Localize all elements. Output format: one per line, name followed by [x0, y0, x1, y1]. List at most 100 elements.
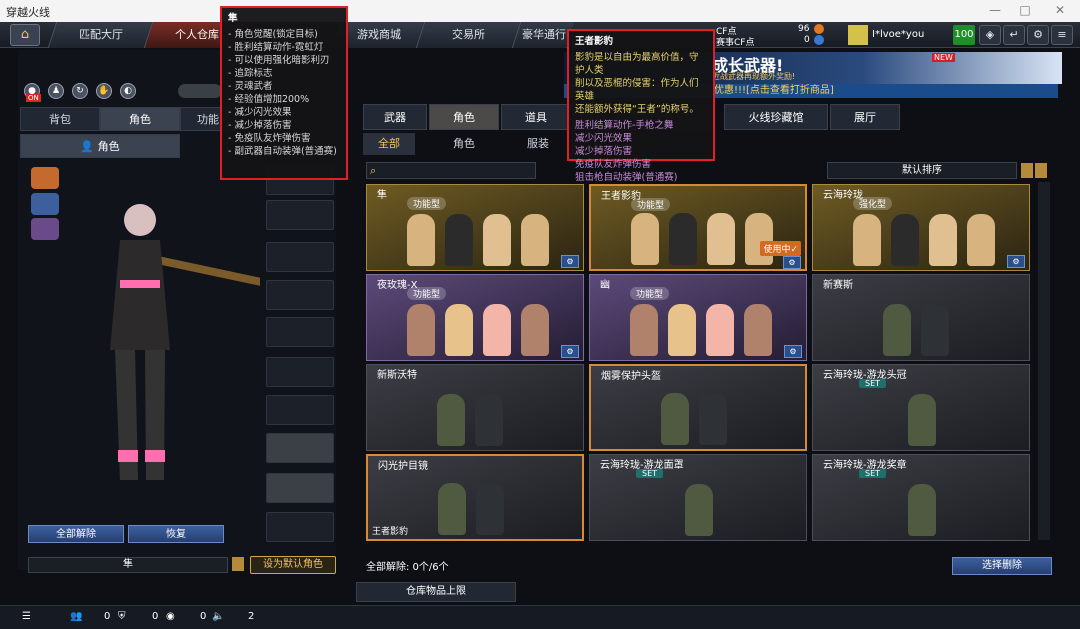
character-figure [483, 214, 511, 266]
maximize-button[interactable]: □ [1010, 3, 1040, 17]
character-name: 隼 [28, 557, 228, 573]
tooltip-line: - 副武器自动装弹(普通赛) [228, 146, 337, 157]
subtab-all[interactable]: 全部 [363, 133, 415, 155]
exit-icon[interactable]: ↵ [1003, 25, 1025, 45]
tab-hall[interactable]: 展厅 [830, 104, 900, 130]
close-button[interactable]: ✕ [1045, 3, 1075, 17]
item-card[interactable]: 云海玲珑-游龙头冠 SET [812, 364, 1030, 451]
config-icon[interactable]: ⚙ [1007, 255, 1025, 268]
slot-boots[interactable] [266, 395, 334, 425]
character-figure [967, 214, 995, 266]
slot-pants[interactable] [266, 357, 334, 387]
item-card[interactable]: 云海玲珑-游龙面罩 SET [589, 454, 807, 541]
tag-icon-3[interactable] [31, 218, 59, 240]
item-grade: 功能型 [630, 287, 670, 300]
new-badge: NEW [932, 53, 955, 62]
character-figure [631, 213, 659, 265]
character-figure [908, 394, 936, 446]
cf-value: 96 [798, 24, 810, 34]
character-figure [929, 214, 957, 266]
slot-medal-1[interactable] [266, 433, 334, 463]
slot-body[interactable] [266, 280, 334, 310]
gear-icon[interactable]: ⚙ [1027, 25, 1049, 45]
shield-icon[interactable]: ◈ [979, 25, 1001, 45]
window-titlebar: 穿越火线 — □ ✕ [0, 0, 1080, 22]
rank-icon [848, 25, 868, 45]
item-card[interactable]: 烟雾保护头盔 [589, 364, 807, 451]
character-figure [745, 213, 773, 265]
list-view-icon[interactable] [1021, 163, 1033, 178]
hand-icon[interactable]: ✋ [96, 83, 112, 99]
slot-medal-2[interactable] [266, 473, 334, 503]
item-card[interactable]: 隼功能型 ⚙ [366, 184, 584, 271]
tab-characters[interactable]: 角色 [429, 104, 499, 130]
rotate-icon[interactable]: ↻ [72, 83, 88, 99]
tab-items[interactable]: 道具 [501, 104, 571, 130]
sort-select[interactable]: 默认排序 [827, 162, 1017, 179]
config-icon[interactable]: ⚙ [561, 345, 579, 358]
item-name: 烟雾保护头盔 [601, 371, 661, 382]
menu-icon[interactable]: ≡ [1051, 25, 1073, 45]
tcf-coin-icon [814, 35, 824, 45]
item-card[interactable]: 夜玫瑰-X 功能型 ⚙ [366, 274, 584, 361]
view-toggle[interactable] [178, 84, 222, 98]
item-name: 新赛斯 [823, 280, 853, 291]
restore-button[interactable]: 恢复 [128, 525, 224, 543]
item-card[interactable]: 闪光护目镜 王者影豹 [366, 454, 584, 541]
item-grade: 功能型 [631, 198, 671, 211]
tab-exchange[interactable]: 交易所 [415, 22, 521, 48]
volume-icon[interactable]: 🔈 [212, 611, 224, 622]
character-figure [744, 304, 772, 356]
scrollbar[interactable] [1038, 182, 1050, 540]
subtab-outfit[interactable]: 服装 [514, 133, 562, 155]
item-card[interactable]: 幽功能型 ⚙ [589, 274, 807, 361]
item-name: 隼 [377, 190, 387, 201]
clear-all-button[interactable]: 全部解除 [28, 525, 124, 543]
config-icon[interactable]: ⚙ [783, 256, 801, 269]
chat-icon[interactable]: ◉ [166, 611, 175, 622]
character-figure [630, 304, 658, 356]
slot-extra[interactable] [266, 512, 334, 542]
config-icon[interactable]: ⚙ [784, 345, 802, 358]
sort-down-icon[interactable] [1035, 163, 1047, 178]
character-figure [437, 394, 465, 446]
item-card[interactable]: 新斯沃特 [366, 364, 584, 451]
set-default-button[interactable]: 设为默认角色 [250, 556, 336, 574]
slot-goggles[interactable] [266, 242, 334, 272]
minimize-button[interactable]: — [980, 3, 1010, 17]
search-input[interactable]: ⌕ [366, 162, 536, 179]
storage-limit-button[interactable]: 仓库物品上限 [356, 582, 516, 602]
config-icon[interactable]: ⚙ [561, 255, 579, 268]
mouse-icon[interactable]: ◐ [120, 83, 136, 99]
subtab-role[interactable]: 角色 [440, 133, 488, 155]
select-clear-button[interactable]: 选择删除 [952, 557, 1052, 575]
tooltip-line: 减少掉落伤害 [575, 146, 633, 157]
item-card[interactable]: 王者影豹 功能型 使用中✓ ⚙ [589, 184, 807, 271]
subtab-character[interactable]: 👤 角色 [20, 134, 180, 158]
tab-match-hall[interactable]: 匹配大厅 [47, 22, 153, 48]
slot-gloves[interactable] [266, 317, 334, 347]
tag-icon-1[interactable] [31, 167, 59, 189]
slot-helmet[interactable] [266, 200, 334, 230]
item-card[interactable]: 云海玲珑-游龙奖章 SET [812, 454, 1030, 541]
home-icon[interactable]: ⌂ [10, 24, 40, 46]
tab-character[interactable]: 角色 [100, 107, 180, 131]
tooltip-title: 王者影豹 [575, 36, 614, 47]
tooltip-line: 削以及恶棍的侵害：作为人们英雄 [575, 78, 699, 102]
item-card[interactable]: 云海玲珑 强化型 ⚙ [812, 184, 1030, 271]
tab-weapons[interactable]: 武器 [363, 104, 427, 130]
character-figure [891, 214, 919, 266]
item-grade: 强化型 [853, 197, 893, 210]
character-figure [707, 213, 735, 265]
list-icon[interactable] [232, 557, 244, 571]
tag-icon-2[interactable] [31, 193, 59, 215]
character-figure [521, 304, 549, 356]
menu-small-icon[interactable]: ☰ [22, 611, 31, 622]
friends-icon[interactable]: 👥 [70, 611, 82, 622]
shield-small-icon[interactable]: ⛨ [118, 611, 126, 622]
group-icon[interactable]: ♟ [48, 83, 64, 99]
tab-pass[interactable]: 豪华通行 [511, 22, 575, 48]
tab-bag[interactable]: 背包 [20, 107, 100, 131]
tab-collection[interactable]: 火线珍藏馆 [724, 104, 828, 130]
item-card[interactable]: 新赛斯 [812, 274, 1030, 361]
